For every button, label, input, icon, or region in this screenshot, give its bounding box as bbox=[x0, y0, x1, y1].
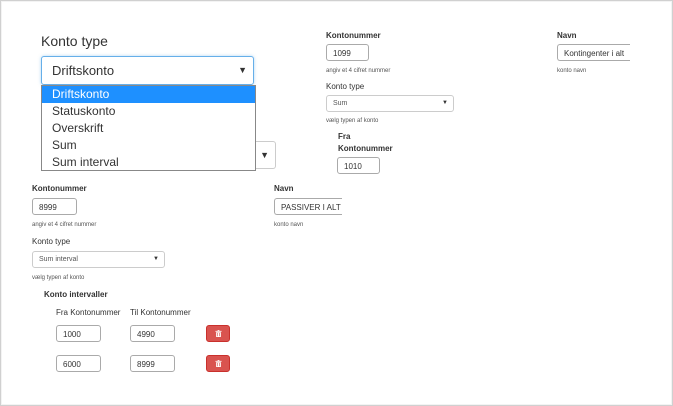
kontotype-label: Konto type bbox=[326, 82, 365, 91]
konto-intervaller-title: Konto intervaller bbox=[44, 290, 108, 299]
dropdown-option-statuskonto[interactable]: Statuskonto bbox=[42, 103, 255, 120]
navn-label: Navn bbox=[557, 31, 577, 40]
dropdown-option-overskrift[interactable]: Overskrift bbox=[42, 120, 255, 137]
trash-icon bbox=[215, 330, 222, 337]
kontotype-help-2: vælg typen af konto bbox=[32, 275, 85, 281]
chevron-down-icon: ▼ bbox=[153, 256, 159, 262]
kontonummer-input[interactable]: 1099 bbox=[326, 44, 369, 61]
kontotype-select[interactable]: Sum ▼ bbox=[326, 95, 454, 112]
kontonummer-label-2: Kontonummer bbox=[32, 184, 87, 193]
navn-help: konto navn bbox=[557, 68, 587, 74]
interval-fra-input[interactable]: 6000 bbox=[56, 355, 101, 372]
navn-input-2[interactable]: PASSIVER I ALT bbox=[274, 198, 342, 215]
dropdown-option-sum-interval[interactable]: Sum interval bbox=[42, 154, 255, 171]
kontonummer-input-2[interactable]: 8999 bbox=[32, 198, 77, 215]
navn-help-2: konto navn bbox=[274, 222, 304, 228]
trash-icon bbox=[215, 360, 222, 367]
kontotype-select-2[interactable]: Sum interval ▼ bbox=[32, 251, 165, 268]
fra-kontonummer-label: Kontonummer bbox=[338, 144, 393, 153]
delete-interval-button[interactable] bbox=[206, 355, 230, 372]
delete-interval-button[interactable] bbox=[206, 325, 230, 342]
kontonummer-label: Kontonummer bbox=[326, 31, 381, 40]
chevron-down-icon: ▼ bbox=[238, 65, 247, 75]
chevron-down-icon: ▼ bbox=[260, 150, 269, 160]
kontotype-help: vælg typen af konto bbox=[326, 118, 379, 124]
interval-til-input[interactable]: 8999 bbox=[130, 355, 175, 372]
interval-fra-input[interactable]: 1000 bbox=[56, 325, 101, 342]
konto-type-select[interactable]: Driftskonto ▼ bbox=[41, 56, 254, 85]
konto-type-title: Konto type bbox=[41, 33, 108, 49]
fra-kontonummer-input[interactable]: 1010 bbox=[337, 157, 380, 174]
navn-input[interactable]: Kontingenter i alt bbox=[557, 44, 630, 61]
dropdown-option-driftskonto[interactable]: Driftskonto bbox=[42, 86, 255, 103]
kontotype-select-2-value: Sum interval bbox=[39, 256, 78, 263]
fra-kontonummer-header: Fra Kontonummer bbox=[56, 308, 121, 317]
kontonummer-help-2: angiv et 4 cifret nummer bbox=[32, 222, 97, 228]
konto-type-dropdown: Driftskonto Statuskonto Overskrift Sum S… bbox=[41, 85, 256, 171]
interval-til-input[interactable]: 4990 bbox=[130, 325, 175, 342]
chevron-down-icon: ▼ bbox=[442, 100, 448, 106]
kontonummer-help: angiv et 4 cifret nummer bbox=[326, 68, 391, 74]
til-kontonummer-header: Til Kontonummer bbox=[130, 308, 191, 317]
fra-label: Fra bbox=[338, 132, 351, 141]
navn-label-2: Navn bbox=[274, 184, 294, 193]
konto-type-select-value: Driftskonto bbox=[52, 63, 115, 78]
dropdown-option-sum[interactable]: Sum bbox=[42, 137, 255, 154]
kontotype-select-value: Sum bbox=[333, 100, 348, 107]
kontotype-label-2: Konto type bbox=[32, 237, 71, 246]
